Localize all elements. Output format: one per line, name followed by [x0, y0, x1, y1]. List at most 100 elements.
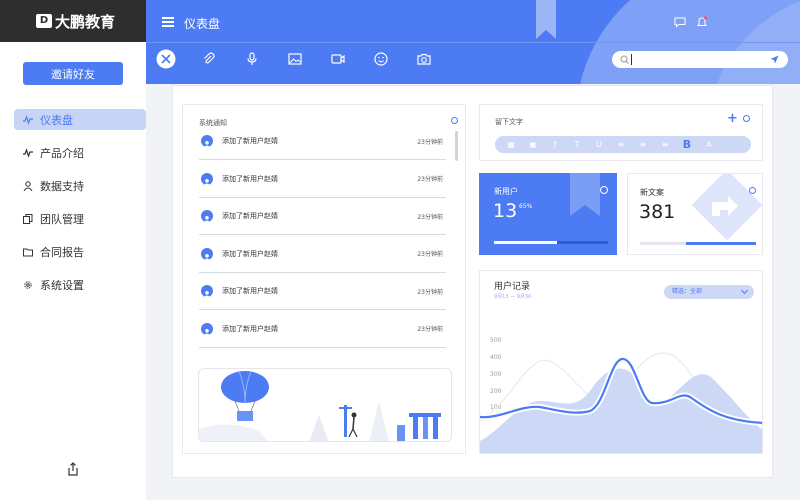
notice-time: 23分钟前 — [417, 213, 443, 221]
camera-icon — [417, 53, 431, 65]
notice-item[interactable]: 添加了新用户赵婧 23分钟前 — [199, 236, 446, 273]
table-icon[interactable]: ▦ — [505, 140, 517, 149]
text-color-icon[interactable]: A — [703, 140, 715, 149]
send-icon[interactable] — [770, 55, 779, 64]
ring-icon[interactable] — [600, 186, 608, 194]
date-range: 9月13 — 9月30 — [494, 294, 532, 300]
invite-friends-button[interactable]: 邀请好友 — [23, 62, 123, 85]
align-center-icon[interactable]: ≡ — [637, 140, 649, 149]
new-cases-progress-track — [640, 242, 756, 245]
notice-text: 添加了新用户赵婧 — [222, 137, 278, 145]
new-users-percent: 65% — [519, 203, 533, 210]
new-users-progress-fill — [494, 241, 557, 244]
new-users-progress-track — [494, 241, 608, 244]
chat-icon[interactable] — [674, 16, 686, 28]
user-icon — [23, 180, 33, 191]
ring-icon[interactable] — [749, 187, 756, 194]
user-avatar-icon — [201, 172, 213, 185]
sidebar-item-data[interactable]: 数据支持 — [0, 175, 146, 196]
sidebar-item-label: 数据支持 — [40, 179, 84, 193]
notice-item[interactable]: 添加了新用户赵婧 23分钟前 — [199, 311, 446, 348]
filter-label: 精选：全部 — [672, 288, 703, 295]
sidebar-item-label: 仪表盘 — [40, 113, 73, 127]
filter-select[interactable]: 精选：全部 — [664, 285, 754, 299]
text-size-icon[interactable]: T — [571, 140, 583, 149]
smile-icon — [374, 52, 388, 66]
voice-button[interactable] — [242, 49, 262, 69]
sidebar-item-settings[interactable]: 系统设置 — [0, 274, 146, 295]
emoji-button[interactable] — [371, 49, 391, 69]
ring-icon[interactable] — [451, 117, 458, 124]
camera-button[interactable] — [414, 49, 434, 69]
new-users-card: 新用户 13 65% — [479, 173, 617, 255]
ring-icon[interactable] — [743, 115, 750, 122]
paperclip-icon — [204, 52, 215, 64]
video-icon — [331, 54, 345, 64]
notice-item[interactable]: 添加了新用户赵婧 23分钟前 — [199, 161, 446, 198]
share-icon[interactable] — [66, 462, 80, 476]
notice-time: 23分钟前 — [417, 326, 443, 333]
hot-air-balloon-illustration — [198, 368, 452, 442]
sidebar-item-dashboard[interactable]: 仪表盘 — [14, 109, 146, 130]
card-title: 留下文字 — [495, 118, 523, 126]
notice-text: 添加了新用户赵婧 — [222, 249, 278, 258]
sidebar-item-team[interactable]: 团队管理 — [0, 208, 146, 229]
attach-button[interactable] — [199, 49, 219, 69]
notice-time: 23分钟前 — [417, 176, 443, 183]
bell-icon[interactable] — [696, 16, 708, 28]
logo-text: 大鹏教育 — [55, 12, 116, 31]
notice-text: 添加了新用户赵婧 — [222, 174, 278, 183]
align-left-icon[interactable]: ≡ — [615, 140, 627, 149]
new-cases-card: 新文案 381 — [627, 173, 763, 255]
gear-icon — [24, 280, 32, 289]
underline-icon[interactable]: U — [593, 140, 605, 149]
notice-item[interactable]: 添加了新用户赵婧 23分钟前 — [199, 273, 446, 310]
sidebar-item-products[interactable]: 产品介绍 — [0, 142, 146, 163]
menu-icon[interactable] — [162, 17, 174, 27]
image-button[interactable] — [285, 49, 305, 69]
chevron-down-icon — [741, 289, 748, 295]
image-icon[interactable]: ▣ — [527, 140, 539, 149]
user-avatar-icon — [201, 285, 213, 297]
notice-item[interactable]: 添加了新用户赵婧 23分钟前 — [199, 123, 446, 160]
card-title: 新文案 — [640, 188, 664, 197]
scrollbar[interactable] — [455, 131, 458, 161]
new-users-value: 13 — [493, 200, 518, 222]
notice-text: 添加了新用户赵婧 — [222, 324, 278, 333]
logo: D 大鹏教育 — [0, 0, 146, 42]
header: 仪表盘 — [146, 0, 800, 84]
sidebar: 邀请好友 仪表盘 产品介绍 数据支持 团队管理 合同报告 系统设置 — [0, 42, 146, 500]
new-cases-progress-fill — [686, 242, 756, 245]
user-avatar-icon — [201, 322, 213, 335]
pulse-icon — [23, 114, 33, 125]
image-icon — [288, 53, 302, 65]
search-input[interactable] — [612, 51, 788, 68]
video-button[interactable] — [328, 49, 348, 69]
editor-toolbar: ▦ ▣ ƒ T U ≡ ≡ ≡ B A — [495, 136, 751, 153]
sidebar-item-contracts[interactable]: 合同报告 — [0, 241, 146, 262]
bookmark-notch — [570, 205, 600, 216]
folder-icon — [23, 248, 33, 256]
notice-time: 23分钟前 — [417, 288, 443, 296]
logo-mark: D — [36, 14, 52, 28]
sidebar-nav: 仪表盘 产品介绍 数据支持 团队管理 合同报告 系统设置 — [0, 109, 146, 307]
notice-time: 23分钟前 — [417, 251, 443, 258]
page-title: 仪表盘 — [184, 17, 221, 31]
notice-time: 23分钟前 — [417, 138, 443, 146]
leave-message-card: 留下文字 + ▦ ▣ ƒ T U ≡ ≡ ≡ B A — [479, 104, 763, 161]
user-avatar-icon — [201, 247, 213, 260]
header-divider — [146, 42, 800, 43]
system-notice-card: 系统通知 添加了新用户赵婧 23分钟前 添加了新用户赵婧 23分钟前 添加了新用户赵婧 2… — [182, 104, 466, 454]
add-icon[interactable]: + — [727, 111, 738, 126]
notice-item[interactable]: 添加了新用户赵婧 23分钟前 — [199, 198, 446, 235]
sidebar-item-label: 团队管理 — [40, 212, 84, 226]
close-icon — [156, 49, 176, 69]
user-avatar-icon — [201, 135, 213, 147]
bold-icon[interactable]: B — [681, 138, 693, 151]
align-right-icon[interactable]: ≡ — [659, 140, 671, 149]
user-records-card: 用户记录 9月13 — 9月30 精选：全部 500 400 300 200 1… — [479, 270, 763, 454]
italic-icon[interactable]: ƒ — [549, 140, 561, 149]
sidebar-item-label: 系统设置 — [40, 278, 84, 292]
close-button[interactable] — [156, 49, 176, 69]
notice-text: 添加了新用户赵婧 — [222, 212, 278, 220]
